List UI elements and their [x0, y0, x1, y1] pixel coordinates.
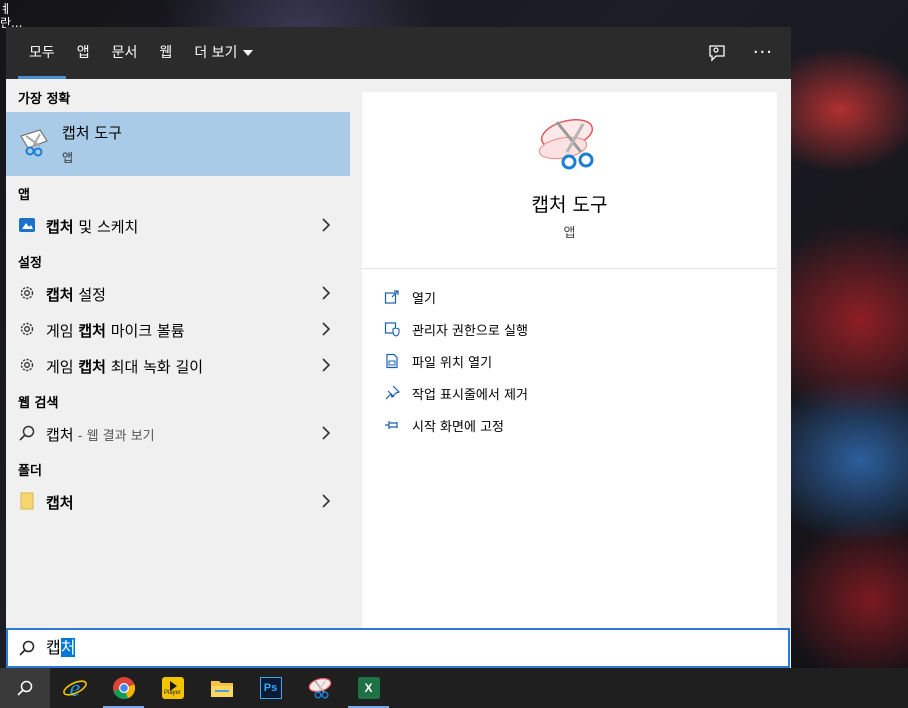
- result-folder[interactable]: 캡처: [6, 483, 350, 519]
- action-open-file-location[interactable]: 파일 위치 열기: [384, 349, 492, 373]
- search-filter-bar: 모두 앱 문서 웹 더 보기 ···: [6, 27, 791, 79]
- action-unpin-taskbar-label: 작업 표시줄에서 제거: [412, 387, 528, 403]
- taskbar-player[interactable]: Player: [148, 668, 197, 708]
- tab-all[interactable]: 모두: [18, 27, 66, 79]
- chrome-icon: [112, 677, 135, 700]
- admin-shield-icon: [384, 322, 400, 337]
- player-icon-label: Player: [164, 690, 182, 696]
- taskbar-internet-explorer[interactable]: e: [50, 668, 99, 708]
- taskbar-snipping-tool[interactable]: [295, 668, 344, 708]
- best-match-item[interactable]: 캡처 도구 앱: [6, 112, 350, 176]
- desktop-text-line-1: ㅖ: [0, 2, 12, 16]
- chevron-right-icon[interactable]: [320, 320, 332, 338]
- svg-text:e: e: [69, 676, 80, 701]
- section-settings: 설정: [18, 256, 42, 271]
- result-setting-capture[interactable]: 캡처 설정: [6, 275, 350, 311]
- taskbar-search-button[interactable]: [0, 668, 50, 708]
- excel-icon-label: X: [364, 681, 373, 695]
- taskbar-excel[interactable]: X: [344, 668, 393, 708]
- action-run-as-admin[interactable]: 관리자 권한으로 실행: [384, 317, 528, 341]
- folder-icon: [210, 681, 233, 697]
- more-options-icon[interactable]: ···: [753, 43, 773, 63]
- section-folders: 폴더: [18, 464, 42, 479]
- excel-icon: X: [357, 677, 380, 699]
- results-list: 가장 정확 캡처 도구 앱 앱 캡처 및 스케치 설정 캡처 설정 게임 캡처 …: [6, 79, 350, 628]
- section-apps: 앱: [18, 188, 30, 203]
- action-unpin-taskbar[interactable]: 작업 표시줄에서 제거: [384, 381, 528, 405]
- snipping-tool-icon: [308, 677, 331, 699]
- best-match-title: 캡처 도구: [62, 124, 122, 142]
- chevron-right-icon[interactable]: [320, 492, 332, 510]
- result-setting-mic-volume[interactable]: 게임 캡처 마이크 볼륨: [6, 311, 350, 347]
- result-snip-sketch[interactable]: 캡처 및 스케치: [6, 207, 350, 243]
- gear-icon: [20, 286, 34, 300]
- taskbar-file-explorer[interactable]: [197, 668, 246, 708]
- chevron-right-icon[interactable]: [320, 424, 332, 442]
- tab-documents[interactable]: 문서: [101, 27, 149, 79]
- tab-more[interactable]: 더 보기: [183, 27, 264, 79]
- gear-icon: [20, 358, 34, 372]
- feedback-icon[interactable]: [707, 43, 727, 63]
- tab-web[interactable]: 웹: [148, 27, 183, 79]
- ie-icon: e: [62, 676, 87, 701]
- action-open-label: 열기: [412, 291, 436, 307]
- search-input[interactable]: 캡처: [46, 638, 76, 658]
- desktop-text: ㅖ 란...: [0, 2, 22, 30]
- file-location-icon: [386, 353, 398, 369]
- chevron-right-icon[interactable]: [320, 216, 332, 234]
- search-icon: [19, 640, 35, 656]
- taskbar: e Player Ps X: [0, 668, 908, 708]
- result-web-search-label: 캡처 - 웹 결과 보기: [46, 426, 155, 444]
- photoshop-icon-label: Ps: [263, 682, 278, 694]
- action-open-file-location-label: 파일 위치 열기: [412, 355, 493, 371]
- preview-subtitle: 앱: [563, 226, 576, 241]
- player-icon: [161, 677, 184, 699]
- result-web-search[interactable]: 캡처 - 웹 결과 보기: [6, 415, 350, 451]
- section-best-match: 가장 정확: [18, 92, 71, 107]
- result-setting-mic-volume-label: 게임 캡처 마이크 볼륨: [46, 322, 185, 340]
- chevron-right-icon[interactable]: [320, 284, 332, 302]
- action-run-as-admin-label: 관리자 권한으로 실행: [412, 323, 528, 339]
- section-web-search: 웹 검색: [18, 396, 59, 411]
- folder-icon: [20, 492, 34, 510]
- snip-sketch-icon: [19, 218, 35, 232]
- result-setting-max-record-label: 게임 캡처 최대 녹화 길이: [46, 358, 204, 376]
- photoshop-icon: Ps: [259, 677, 282, 699]
- result-setting-capture-label: 캡처 설정: [46, 286, 106, 304]
- best-match-subtitle: 앱: [62, 151, 74, 165]
- gear-icon: [20, 322, 34, 336]
- pin-icon: [385, 421, 398, 429]
- filter-tabs: 모두 앱 문서 웹 더 보기: [18, 27, 264, 79]
- unpin-icon: [385, 385, 400, 400]
- open-icon: [384, 290, 399, 304]
- action-open[interactable]: 열기: [384, 285, 436, 309]
- tab-more-label: 더 보기: [194, 45, 238, 61]
- preview-divider: [362, 268, 777, 269]
- tab-apps[interactable]: 앱: [66, 27, 101, 79]
- snipping-tool-icon: [538, 119, 594, 170]
- taskbar-photoshop[interactable]: Ps: [246, 668, 295, 708]
- taskbar-chrome[interactable]: [99, 668, 148, 708]
- search-typed-text: 캡: [46, 638, 61, 657]
- search-icon: [17, 680, 33, 696]
- snipping-tool-icon: [20, 129, 48, 157]
- start-search-menu: 모두 앱 문서 웹 더 보기 ··· 가장 정확 캡처 도구 앱 앱 캡처 및 …: [6, 27, 791, 668]
- result-setting-max-record[interactable]: 게임 캡처 최대 녹화 길이: [6, 347, 350, 383]
- action-pin-start-label: 시작 화면에 고정: [412, 419, 504, 435]
- preview-pane: 캡처 도구 앱 열기 관리자 권한으로 실행 파일 위치 열기 작업 표시줄에서…: [362, 92, 777, 628]
- search-selected-text: 처: [60, 638, 76, 657]
- chevron-right-icon[interactable]: [320, 356, 332, 374]
- preview-title: 캡처 도구: [531, 194, 608, 216]
- search-box[interactable]: 캡처: [6, 628, 790, 668]
- chevron-down-icon: [243, 50, 254, 56]
- result-folder-label: 캡처: [46, 494, 74, 512]
- search-icon: [19, 425, 35, 441]
- result-snip-sketch-label: 캡처 및 스케치: [46, 218, 139, 236]
- action-pin-start[interactable]: 시작 화면에 고정: [384, 413, 504, 437]
